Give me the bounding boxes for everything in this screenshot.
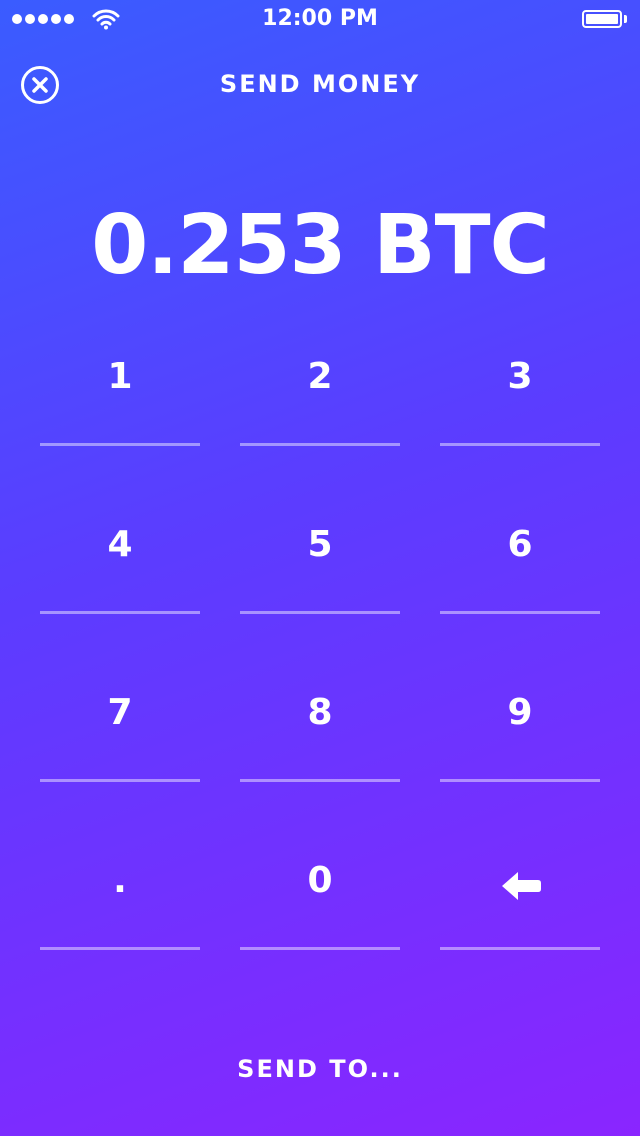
key-0[interactable]: 0: [240, 840, 400, 950]
key-label: 8: [307, 692, 333, 733]
key-underline: [240, 779, 400, 782]
key-label: 0: [307, 860, 333, 901]
key-underline: [440, 947, 600, 950]
key-2[interactable]: 2: [240, 336, 400, 446]
key-decimal[interactable]: .: [40, 840, 200, 950]
backspace-button[interactable]: [440, 840, 600, 950]
key-underline: [440, 779, 600, 782]
key-underline: [440, 443, 600, 446]
key-9[interactable]: 9: [440, 672, 600, 782]
key-label: 6: [507, 524, 533, 565]
status-time: 12:00 PM: [262, 6, 378, 31]
key-label: 3: [507, 356, 533, 397]
amount-display: 0.253 BTC: [91, 198, 550, 293]
key-label: 1: [107, 356, 133, 397]
key-underline: [40, 947, 200, 950]
key-label: 9: [507, 692, 533, 733]
key-7[interactable]: 7: [40, 672, 200, 782]
key-label: 2: [307, 356, 333, 397]
page-title: SEND MONEY: [219, 70, 421, 98]
key-underline: [40, 779, 200, 782]
key-8[interactable]: 8: [240, 672, 400, 782]
key-label: 7: [107, 692, 133, 733]
status-bar: 12:00 PM: [0, 0, 640, 40]
key-label: 4: [107, 524, 133, 565]
battery-icon: [582, 10, 627, 28]
key-6[interactable]: 6: [440, 504, 600, 614]
key-label: .: [113, 860, 127, 901]
backspace-arrow-icon: [502, 872, 541, 900]
key-underline: [240, 611, 400, 614]
key-underline: [40, 611, 200, 614]
key-5[interactable]: 5: [240, 504, 400, 614]
send-money-screen: 12:00 PM SEND MONEY 0.253 BTC 1 2 3 4 5 …: [0, 0, 640, 1136]
send-to-button[interactable]: SEND TO...: [0, 1055, 640, 1083]
key-underline: [240, 443, 400, 446]
key-underline: [240, 947, 400, 950]
key-underline: [40, 443, 200, 446]
key-3[interactable]: 3: [440, 336, 600, 446]
key-1[interactable]: 1: [40, 336, 200, 446]
key-underline: [440, 611, 600, 614]
key-4[interactable]: 4: [40, 504, 200, 614]
key-label: 5: [307, 524, 333, 565]
